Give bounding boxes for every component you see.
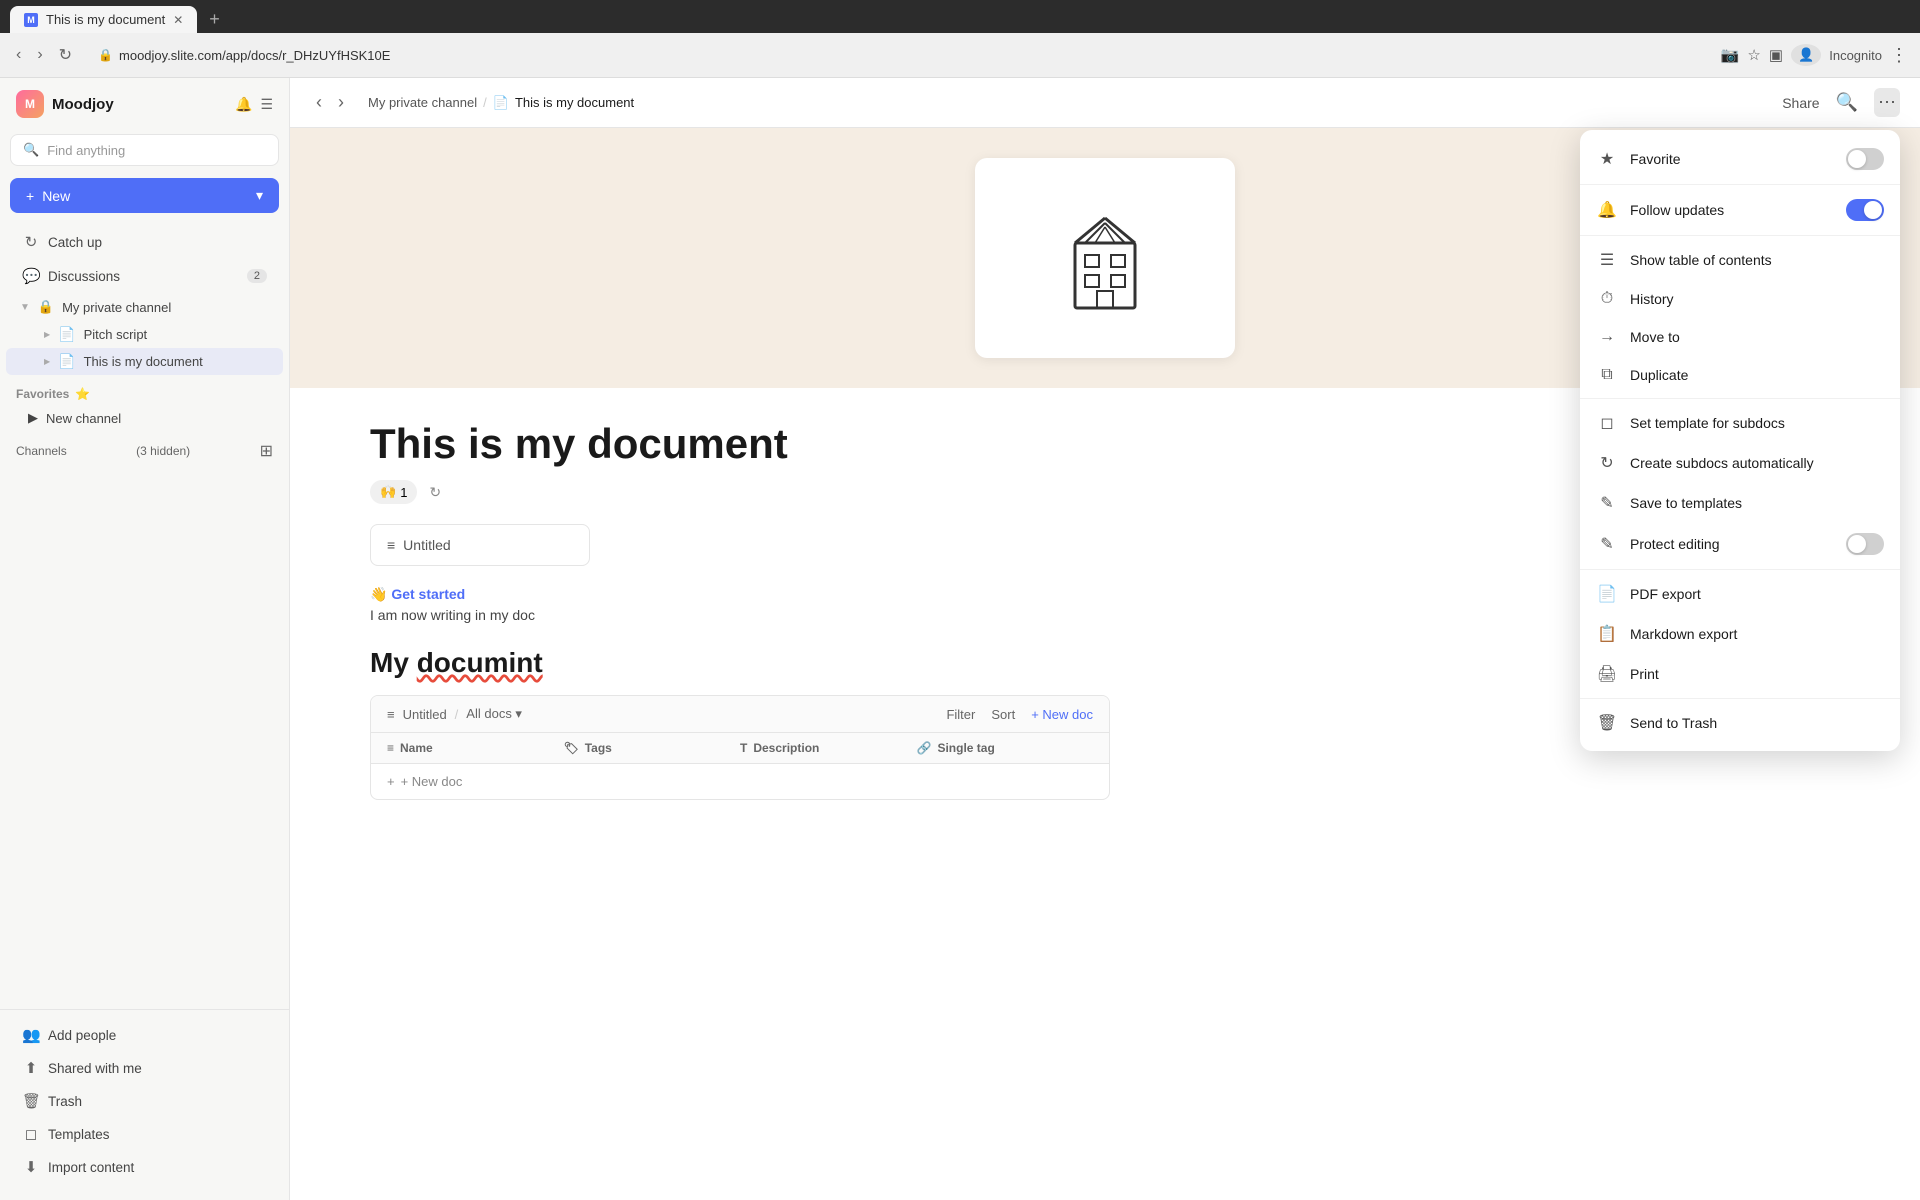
menu-item-save-templates[interactable]: ✎ Save to templates	[1580, 483, 1900, 523]
menu-divider-1	[1580, 184, 1900, 185]
save-templates-icon: ✎	[1596, 493, 1618, 513]
show-toc-icon: ☰	[1596, 250, 1618, 270]
favorite-icon: ★	[1596, 149, 1618, 169]
favorite-label: Favorite	[1630, 151, 1834, 167]
set-template-label: Set template for subdocs	[1630, 415, 1884, 431]
markdown-export-icon: 📋	[1596, 624, 1618, 644]
menu-item-history[interactable]: ⏱ History	[1580, 280, 1900, 318]
duplicate-label: Duplicate	[1630, 367, 1884, 383]
favorite-toggle[interactable]	[1846, 148, 1884, 170]
protect-editing-label: Protect editing	[1630, 536, 1834, 552]
follow-updates-label: Follow updates	[1630, 202, 1834, 218]
create-subdocs-label: Create subdocs automatically	[1630, 455, 1884, 471]
save-templates-label: Save to templates	[1630, 495, 1884, 511]
menu-item-markdown-export[interactable]: 📋 Markdown export	[1580, 614, 1900, 654]
menu-item-favorite[interactable]: ★ Favorite	[1580, 138, 1900, 180]
menu-divider-2	[1580, 235, 1900, 236]
print-icon: 🖨	[1596, 664, 1618, 684]
set-template-icon: ◻	[1596, 413, 1618, 433]
menu-item-show-toc[interactable]: ☰ Show table of contents	[1580, 240, 1900, 280]
markdown-export-label: Markdown export	[1630, 626, 1884, 642]
menu-item-duplicate[interactable]: ⧉ Duplicate	[1580, 356, 1900, 394]
menu-item-print[interactable]: 🖨 Print	[1580, 654, 1900, 694]
move-to-label: Move to	[1630, 329, 1884, 345]
history-label: History	[1630, 291, 1884, 307]
send-to-trash-label: Send to Trash	[1630, 715, 1884, 731]
menu-item-create-subdocs[interactable]: ↻ Create subdocs automatically	[1580, 443, 1900, 483]
pdf-export-icon: 📄	[1596, 584, 1618, 604]
menu-divider-5	[1580, 698, 1900, 699]
history-icon: ⏱	[1596, 290, 1618, 308]
pdf-export-label: PDF export	[1630, 586, 1884, 602]
print-label: Print	[1630, 666, 1884, 682]
follow-updates-icon: 🔔	[1596, 200, 1618, 220]
menu-item-pdf-export[interactable]: 📄 PDF export	[1580, 574, 1900, 614]
app: M Moodjoy 🔔 ☰ 🔍 Find anything + New ▾ ↻ …	[0, 78, 1920, 1200]
follow-updates-toggle[interactable]	[1846, 199, 1884, 221]
dropdown-menu: ★ Favorite 🔔 Follow updates ☰ Show table…	[1580, 130, 1900, 751]
menu-item-send-to-trash[interactable]: 🗑 Send to Trash	[1580, 703, 1900, 743]
create-subdocs-icon: ↻	[1596, 453, 1618, 473]
move-to-icon: →	[1596, 328, 1618, 346]
send-to-trash-icon: 🗑	[1596, 713, 1618, 733]
duplicate-icon: ⧉	[1596, 366, 1618, 384]
menu-item-follow-updates[interactable]: 🔔 Follow updates	[1580, 189, 1900, 231]
menu-divider-4	[1580, 569, 1900, 570]
show-toc-label: Show table of contents	[1630, 252, 1884, 268]
menu-item-set-template[interactable]: ◻ Set template for subdocs	[1580, 403, 1900, 443]
menu-divider-3	[1580, 398, 1900, 399]
menu-item-move-to[interactable]: → Move to	[1580, 318, 1900, 356]
protect-editing-icon: ✎	[1596, 534, 1618, 554]
protect-editing-toggle[interactable]	[1846, 533, 1884, 555]
menu-item-protect-editing[interactable]: ✎ Protect editing	[1580, 523, 1900, 565]
